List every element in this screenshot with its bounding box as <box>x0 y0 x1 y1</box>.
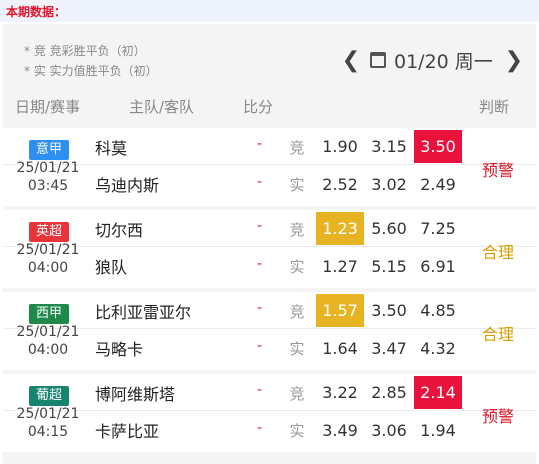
verdict-label: 合理 <box>481 325 514 344</box>
verdict-label: 合理 <box>481 243 514 262</box>
verdict-label: 预警 <box>481 161 514 180</box>
odds-tag-shi: 实 <box>289 258 305 276</box>
current-date[interactable]: 01/20 周一 <box>394 47 493 74</box>
score-away: - <box>257 174 263 190</box>
odds-tag-jing: 竞 <box>289 221 305 239</box>
legend-line-jing: * 竞 竞彩胜平负（初） <box>24 44 146 58</box>
odds-shi-2: 6.91 <box>420 257 456 276</box>
match-row[interactable]: 西甲 25/01/21 04:00 比利亚雷亚尔 马略卡 - - 竞实 1.57 3.50 4.85… <box>3 292 536 370</box>
odds-shi-2: 1.94 <box>420 421 456 440</box>
match-time: 04:00 <box>27 260 69 276</box>
away-team[interactable]: 马略卡 <box>95 336 143 360</box>
away-team[interactable]: 狼队 <box>95 254 127 278</box>
odds-jing-2: 2.14 <box>414 376 462 409</box>
odds-jing-0: 1.57 <box>316 294 364 327</box>
col-verdict: 判断 <box>479 98 510 116</box>
odds-jing-2: 7.25 <box>420 219 456 238</box>
odds-tag-shi: 实 <box>289 176 305 194</box>
match-time: 04:15 <box>27 424 69 440</box>
match-time: 03:45 <box>27 178 69 194</box>
score-away: - <box>257 420 263 436</box>
odds-tag-jing: 竞 <box>289 139 305 157</box>
match-row[interactable]: 英超 25/01/21 04:00 切尔西狼队 - - 竞实 1.23 5.60 7.25 1.27… <box>3 210 536 288</box>
league-badge[interactable]: 葡超 <box>29 386 69 406</box>
away-team[interactable]: 乌迪内斯 <box>95 172 159 196</box>
odds-shi-0: 3.49 <box>322 421 358 440</box>
table-header: 日期/赛事 主队/客队 比分 判断 <box>3 88 536 124</box>
section-label: 本期数据： <box>6 5 67 19</box>
calendar-icon[interactable] <box>370 52 386 68</box>
legend-line-shi: * 实 实力值胜平负（初） <box>24 64 158 78</box>
score-away: - <box>257 256 263 272</box>
odds-tag-shi: 实 <box>289 340 305 358</box>
odds-tag-shi: 实 <box>289 422 305 440</box>
odds-jing-0: 3.22 <box>322 383 358 402</box>
match-row[interactable]: 葡超 25/01/21 04:15 博阿维斯塔卡萨比亚 - - 竞实 3.22 2.85 2.14… <box>3 374 536 452</box>
chevron-right-icon[interactable]: ❯ <box>503 48 525 73</box>
odds-shi-1: 3.47 <box>371 339 407 358</box>
match-date: 25/01/21 <box>16 406 80 422</box>
match-date: 25/01/21 <box>16 242 80 258</box>
away-team[interactable]: 卡萨比亚 <box>95 418 159 442</box>
date-navigator: ❮ 01/20 周一 ❯ <box>340 45 525 75</box>
col-home-away: 主队/客队 <box>129 98 195 116</box>
odds-jing-1: 3.50 <box>371 301 407 320</box>
odds-tag-jing: 竞 <box>289 385 305 403</box>
match-date: 25/01/21 <box>16 324 80 340</box>
odds-shi-1: 3.02 <box>371 175 407 194</box>
verdict-label: 预警 <box>481 407 514 426</box>
match-time: 04:00 <box>27 342 69 358</box>
odds-shi-1: 5.15 <box>371 257 407 276</box>
score-home: - <box>257 136 263 152</box>
league-badge[interactable]: 西甲 <box>29 304 69 324</box>
odds-jing-1: 2.85 <box>371 383 407 402</box>
odds-jing-0: 1.90 <box>322 137 358 156</box>
chevron-left-icon[interactable]: ❮ <box>340 48 362 73</box>
odds-shi-0: 1.27 <box>322 257 358 276</box>
odds-jing-0: 1.23 <box>316 212 364 245</box>
legend: * 竞 竞彩胜平负（初） * 实 实力值胜平负（初） <box>24 41 158 81</box>
match-row[interactable]: 意甲 25/01/21 03:45 科莫乌迪内斯 - - 竞实 1.90 3.15 3.50 2.5… <box>3 128 536 206</box>
score-home: - <box>257 218 263 234</box>
home-team[interactable]: 科莫 <box>95 135 127 159</box>
score-home: - <box>257 382 263 398</box>
odds-shi-0: 1.64 <box>322 339 358 358</box>
home-team[interactable]: 博阿维斯塔 <box>95 381 175 405</box>
score-home: - <box>257 300 263 316</box>
score-away: - <box>257 338 263 354</box>
odds-shi-1: 3.06 <box>371 421 407 440</box>
odds-jing-1: 5.60 <box>371 219 407 238</box>
league-badge[interactable]: 意甲 <box>29 140 69 160</box>
odds-jing-1: 3.15 <box>371 137 407 156</box>
col-date-league: 日期/赛事 <box>15 98 81 116</box>
odds-shi-2: 2.49 <box>420 175 456 194</box>
home-team[interactable]: 比利亚雷亚尔 <box>95 299 191 323</box>
odds-tag-jing: 竞 <box>289 303 305 321</box>
home-team[interactable]: 切尔西 <box>95 217 143 241</box>
odds-jing-2: 3.50 <box>414 130 462 163</box>
section-header: 本期数据： <box>0 0 539 22</box>
odds-jing-2: 4.85 <box>420 301 456 320</box>
odds-shi-2: 4.32 <box>420 339 456 358</box>
league-badge[interactable]: 英超 <box>29 222 69 242</box>
odds-shi-0: 2.52 <box>322 175 358 194</box>
col-score: 比分 <box>243 98 274 116</box>
match-date: 25/01/21 <box>16 160 80 176</box>
